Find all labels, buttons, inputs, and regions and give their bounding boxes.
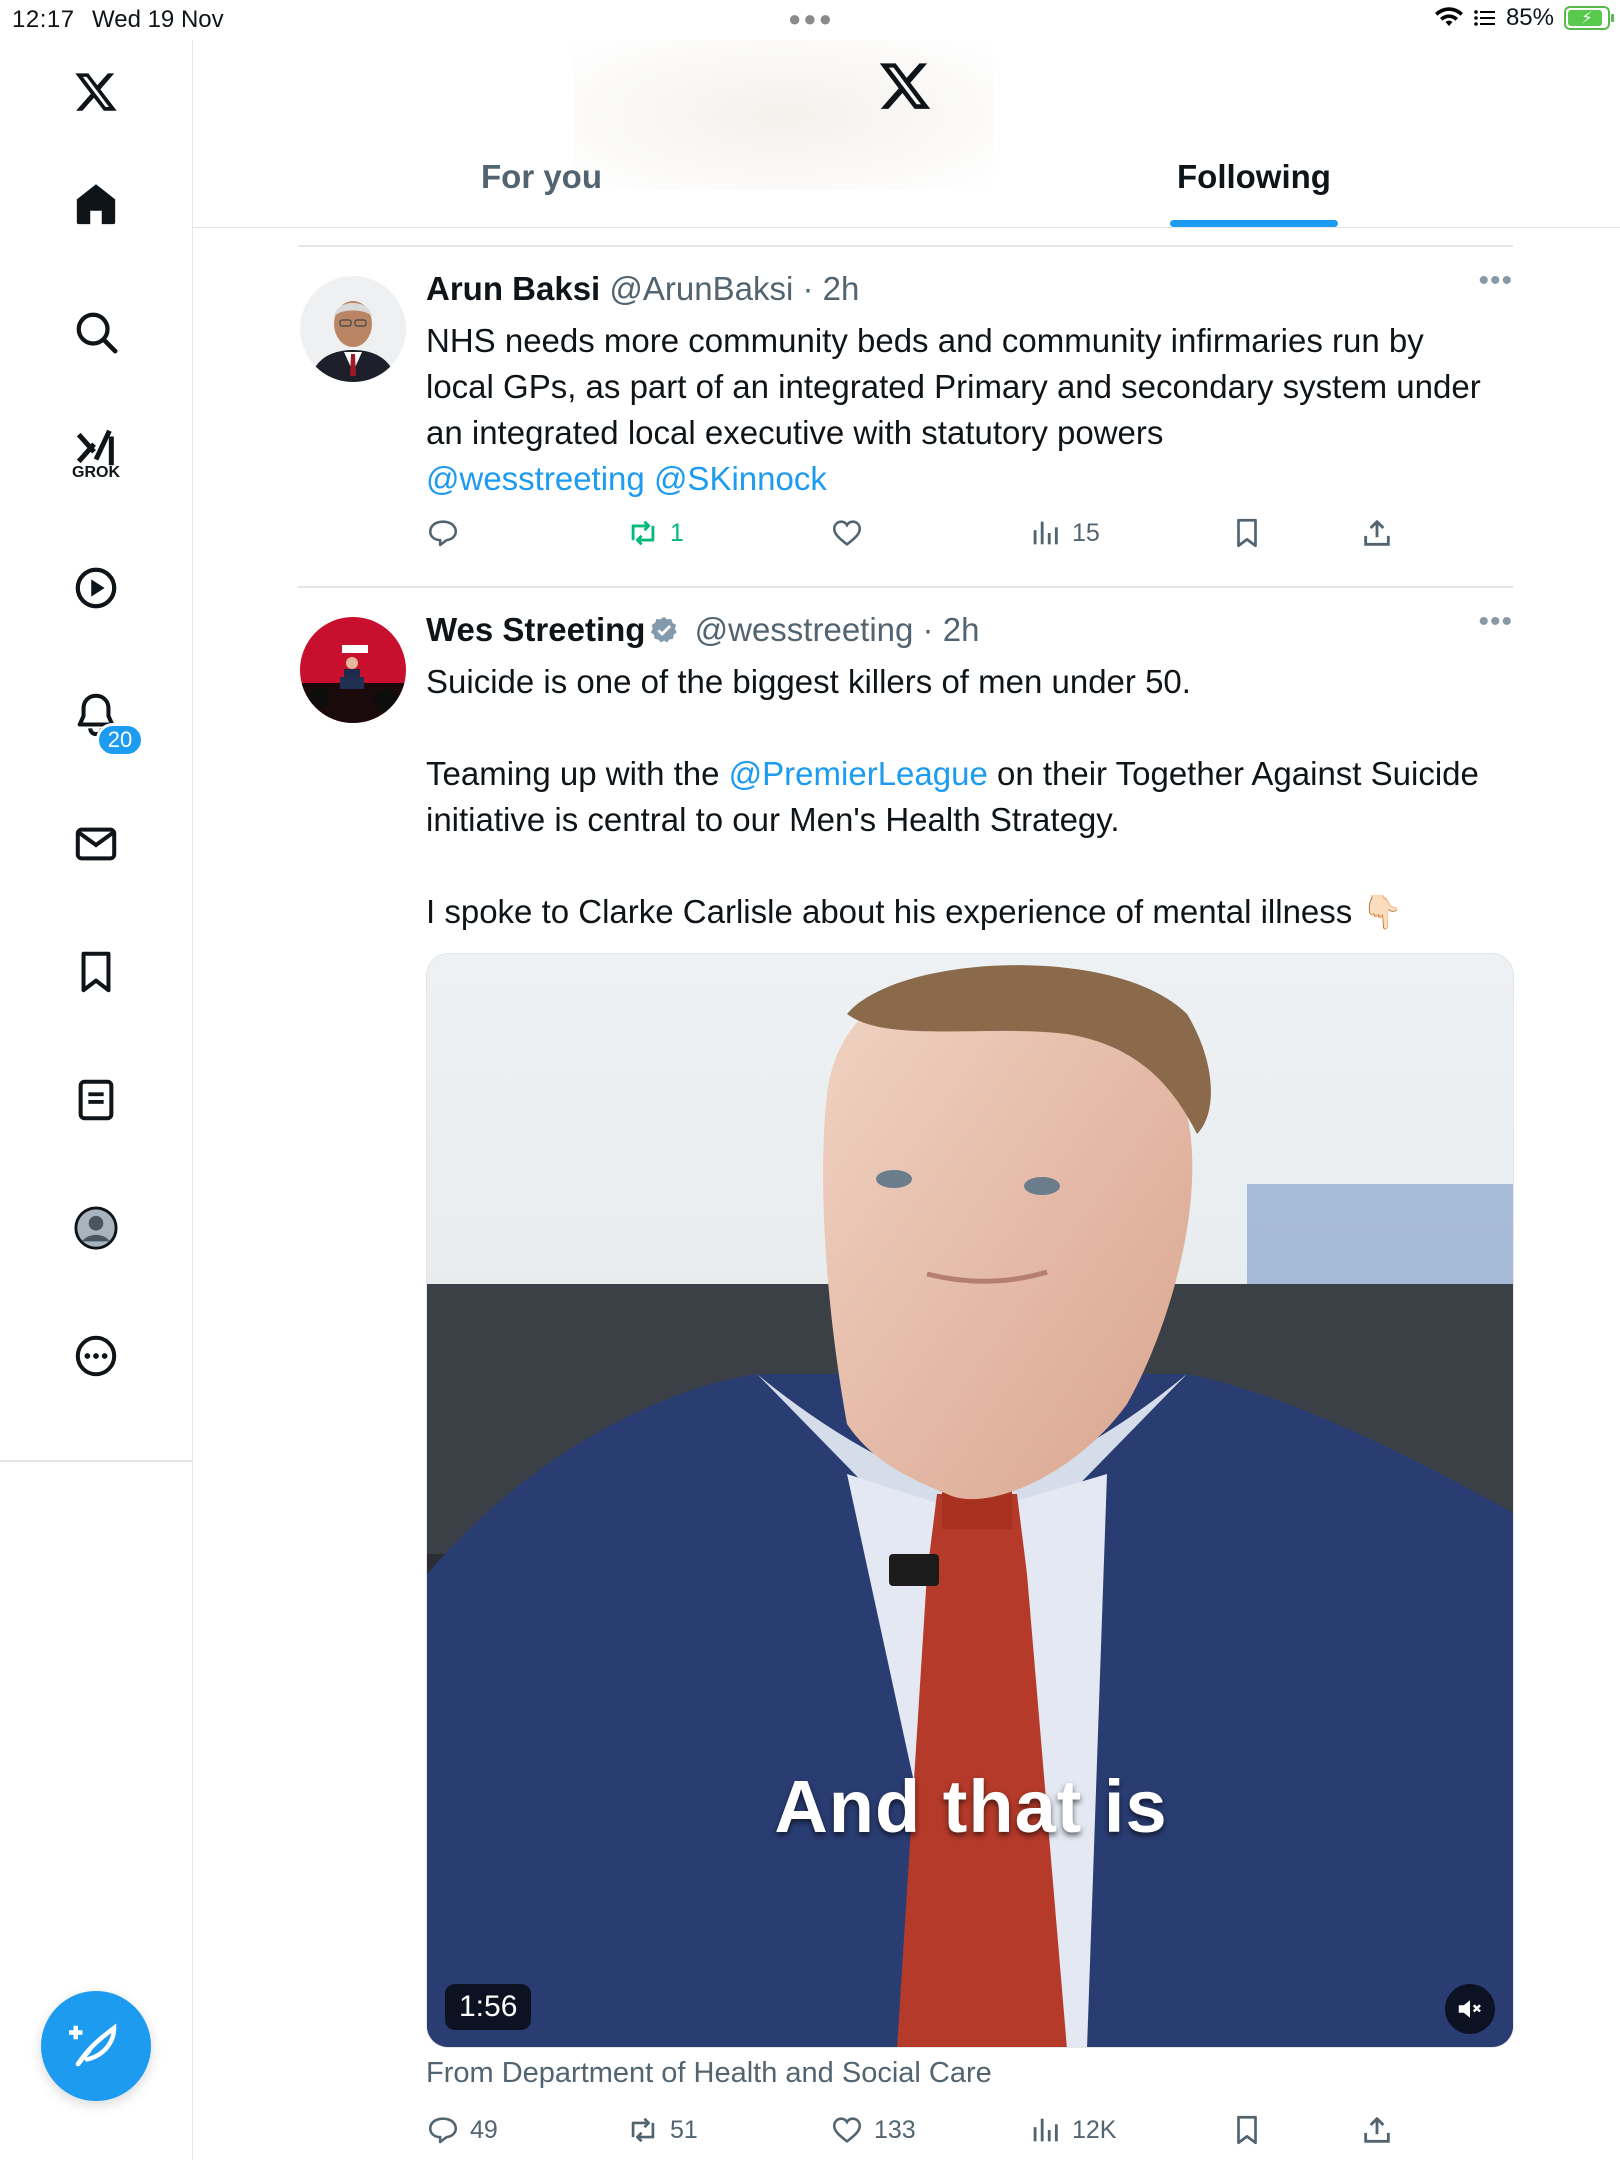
tweet-header: Wes Streeting @wesstreeting · 2h bbox=[426, 611, 980, 648]
author-handle[interactable]: @wesstreeting bbox=[695, 611, 914, 648]
views-icon bbox=[1033, 521, 1058, 545]
tweet-time[interactable]: 2h bbox=[943, 611, 980, 648]
reply-icon bbox=[428, 2117, 458, 2144]
bookmark-icon bbox=[1237, 2115, 1257, 2145]
grok-icon[interactable]: GROK bbox=[62, 420, 130, 488]
active-tab-indicator bbox=[1170, 220, 1338, 227]
tweet-text-line: initiative is central to our Men's Healt… bbox=[426, 801, 1120, 838]
like-count: 133 bbox=[874, 2115, 916, 2144]
share-button[interactable] bbox=[1360, 516, 1394, 550]
muted-speaker-icon bbox=[1458, 2000, 1481, 2018]
share-button[interactable] bbox=[1360, 2113, 1394, 2147]
retweet-count: 1 bbox=[670, 518, 684, 547]
tweet-text: Suicide is one of the biggest killers of… bbox=[426, 659, 1516, 935]
notifications-badge: 20 bbox=[96, 723, 144, 757]
views-button[interactable]: 12K bbox=[1028, 2113, 1116, 2147]
tweet-text-line: I spoke to Clarke Carlisle about his exp… bbox=[426, 893, 1403, 930]
retweet-count: 51 bbox=[670, 2115, 698, 2144]
retweet-icon bbox=[631, 2117, 655, 2143]
search-icon[interactable] bbox=[62, 298, 130, 366]
tweet-text-line: NHS needs more community beds and commun… bbox=[426, 322, 1424, 359]
video-player[interactable]: And that is 1:56 bbox=[426, 953, 1514, 2048]
mention-link[interactable]: @SKinnock bbox=[654, 460, 827, 497]
video-icon[interactable] bbox=[62, 554, 130, 622]
messages-icon[interactable] bbox=[62, 810, 130, 878]
video-caption: And that is bbox=[774, 1765, 1168, 1848]
compose-post-button[interactable] bbox=[41, 1991, 151, 2101]
video-frame bbox=[427, 954, 1513, 2047]
battery-icon: ⚡ bbox=[1564, 6, 1614, 30]
video-duration: 1:56 bbox=[445, 1984, 532, 2030]
compose-feather-icon bbox=[69, 2023, 117, 2067]
views-icon bbox=[1033, 2118, 1058, 2142]
sidebar: GROK 20 bbox=[0, 40, 193, 2160]
grok-label: GROK bbox=[72, 464, 120, 481]
reply-button[interactable]: 49 bbox=[426, 2113, 498, 2147]
views-button[interactable]: 15 bbox=[1028, 516, 1100, 550]
battery-percent: 85% bbox=[1505, 4, 1554, 31]
tweet-actions: 49 51 133 12K bbox=[426, 2113, 1516, 2160]
tweet[interactable]: Arun Baksi @ArunBaksi · 2h ••• NHS needs… bbox=[298, 246, 1516, 588]
reply-count: 49 bbox=[470, 2115, 498, 2144]
focus-list-icon bbox=[1474, 10, 1495, 26]
sidebar-divider bbox=[0, 1460, 193, 1462]
author-handle[interactable]: @ArunBaksi bbox=[609, 270, 793, 307]
tweet-more-icon[interactable]: ••• bbox=[1478, 605, 1513, 639]
avatar[interactable] bbox=[300, 276, 406, 382]
profile-icon[interactable] bbox=[62, 1194, 130, 1262]
tweet-text-line: local GPs, as part of an integrated Prim… bbox=[426, 368, 1481, 405]
like-button[interactable] bbox=[830, 516, 874, 550]
tab-for-you[interactable]: For you bbox=[481, 158, 602, 196]
more-icon[interactable] bbox=[62, 1322, 130, 1390]
tweet-header: Arun Baksi @ArunBaksi · 2h bbox=[426, 270, 860, 307]
multitasking-dots-icon[interactable]: ●●● bbox=[788, 6, 834, 32]
share-icon bbox=[1364, 2117, 1390, 2143]
lists-icon[interactable] bbox=[62, 1066, 130, 1134]
tweet-text-line: an integrated local executive with statu… bbox=[426, 414, 1164, 451]
tab-following[interactable]: Following bbox=[1177, 158, 1331, 196]
status-right: 85% ⚡ bbox=[1434, 4, 1614, 32]
timeline-header: For you Following bbox=[193, 40, 1620, 228]
tweet-more-icon[interactable]: ••• bbox=[1478, 264, 1513, 298]
bookmarks-icon[interactable] bbox=[62, 938, 130, 1006]
heart-icon bbox=[832, 2117, 862, 2143]
wifi-icon bbox=[1434, 7, 1463, 26]
retweet-button[interactable]: 51 bbox=[626, 2113, 698, 2147]
tweet-text: NHS needs more community beds and commun… bbox=[426, 318, 1516, 502]
views-count: 15 bbox=[1072, 518, 1100, 547]
share-icon bbox=[1364, 520, 1390, 546]
like-button[interactable]: 133 bbox=[830, 2113, 916, 2147]
verified-badge-icon bbox=[651, 616, 678, 643]
status-date: Wed 19 Nov bbox=[92, 6, 224, 33]
bookmark-button[interactable] bbox=[1230, 2113, 1264, 2147]
x-logo-icon[interactable] bbox=[62, 58, 130, 126]
home-icon[interactable] bbox=[62, 170, 130, 238]
retweet-icon bbox=[631, 520, 655, 546]
tweet-text-line: Suicide is one of the biggest killers of… bbox=[426, 663, 1191, 700]
mute-button[interactable] bbox=[1445, 1984, 1495, 2034]
bookmark-icon bbox=[1237, 518, 1257, 548]
reply-icon bbox=[428, 520, 458, 547]
avatar[interactable] bbox=[300, 617, 406, 723]
reply-button[interactable] bbox=[426, 516, 470, 550]
status-bar: 12:17 Wed 19 Nov ●●● 85% ⚡ bbox=[0, 0, 1620, 40]
retweet-button[interactable]: 1 bbox=[626, 516, 684, 550]
author-name[interactable]: Wes Streeting bbox=[426, 611, 645, 648]
mention-link[interactable]: @wesstreeting bbox=[426, 460, 645, 497]
tweet-actions: 1 15 bbox=[426, 516, 1516, 566]
tweet[interactable]: Wes Streeting @wesstreeting · 2h ••• Sui… bbox=[298, 587, 1516, 2160]
status-time: 12:17 bbox=[12, 6, 75, 33]
tweet-time[interactable]: 2h bbox=[823, 270, 860, 307]
views-count: 12K bbox=[1072, 2115, 1117, 2144]
video-source[interactable]: From Department of Health and Social Car… bbox=[426, 2057, 992, 2090]
author-name[interactable]: Arun Baksi bbox=[426, 270, 600, 307]
x-logo-icon[interactable] bbox=[877, 58, 933, 114]
bookmark-button[interactable] bbox=[1230, 516, 1264, 550]
heart-icon bbox=[832, 520, 862, 546]
mention-link[interactable]: @PremierLeague bbox=[729, 755, 988, 792]
